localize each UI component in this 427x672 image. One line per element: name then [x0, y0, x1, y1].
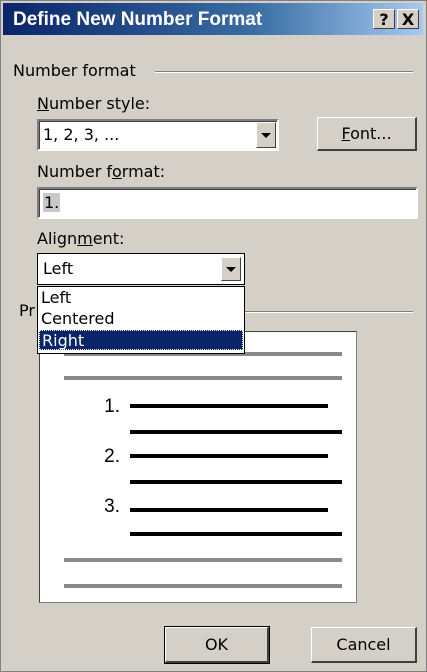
number-format-value: 1. — [43, 193, 61, 212]
preview-line — [130, 430, 342, 434]
close-button[interactable]: X — [397, 9, 419, 29]
number-format-input[interactable]: 1. — [37, 187, 418, 219]
preview-line — [130, 480, 342, 484]
preview-line — [64, 558, 342, 562]
group-label-number-format: Number format — [13, 61, 136, 80]
preview-line — [64, 584, 342, 588]
preview-line — [130, 508, 328, 512]
number-format-label: Number format: — [37, 162, 166, 181]
preview-line — [130, 454, 328, 458]
dialog-title: Define New Number Format — [13, 9, 263, 30]
chevron-down-icon[interactable] — [256, 122, 276, 148]
number-style-label: Number style: — [37, 94, 151, 113]
font-button[interactable]: Font... — [317, 117, 417, 151]
preview-line — [64, 376, 342, 380]
number-style-value: 1, 2, 3, ... — [43, 125, 120, 144]
dropdown-option-right[interactable]: Right — [39, 330, 243, 350]
group-divider — [155, 71, 413, 73]
preview-number-3: 3. — [104, 496, 120, 517]
preview-pane: 1. 2. 3. — [39, 331, 357, 603]
number-style-combo[interactable]: 1, 2, 3, ... — [37, 119, 279, 151]
define-number-format-dialog: Define New Number Format ? X Number form… — [0, 0, 427, 672]
dropdown-option-left[interactable]: Left — [39, 288, 243, 308]
preview-line — [130, 532, 342, 536]
help-button[interactable]: ? — [373, 9, 395, 29]
preview-number-2: 2. — [104, 446, 120, 467]
cancel-button[interactable]: Cancel — [311, 627, 417, 663]
alignment-value: Left — [43, 259, 74, 278]
alignment-combo[interactable]: Left — [37, 253, 245, 285]
dropdown-option-centered[interactable]: Centered — [39, 309, 243, 329]
ok-button[interactable]: OK — [164, 626, 270, 664]
chevron-down-icon[interactable] — [221, 257, 241, 281]
alignment-label: Alignment: — [37, 229, 125, 248]
preview-group-divider — [245, 311, 413, 313]
preview-group-label: Pr — [19, 301, 35, 320]
alignment-dropdown-list: Left Centered Right — [37, 286, 245, 354]
preview-line — [130, 404, 328, 408]
preview-number-1: 1. — [104, 396, 120, 417]
title-bar[interactable]: Define New Number Format ? X — [3, 3, 423, 35]
